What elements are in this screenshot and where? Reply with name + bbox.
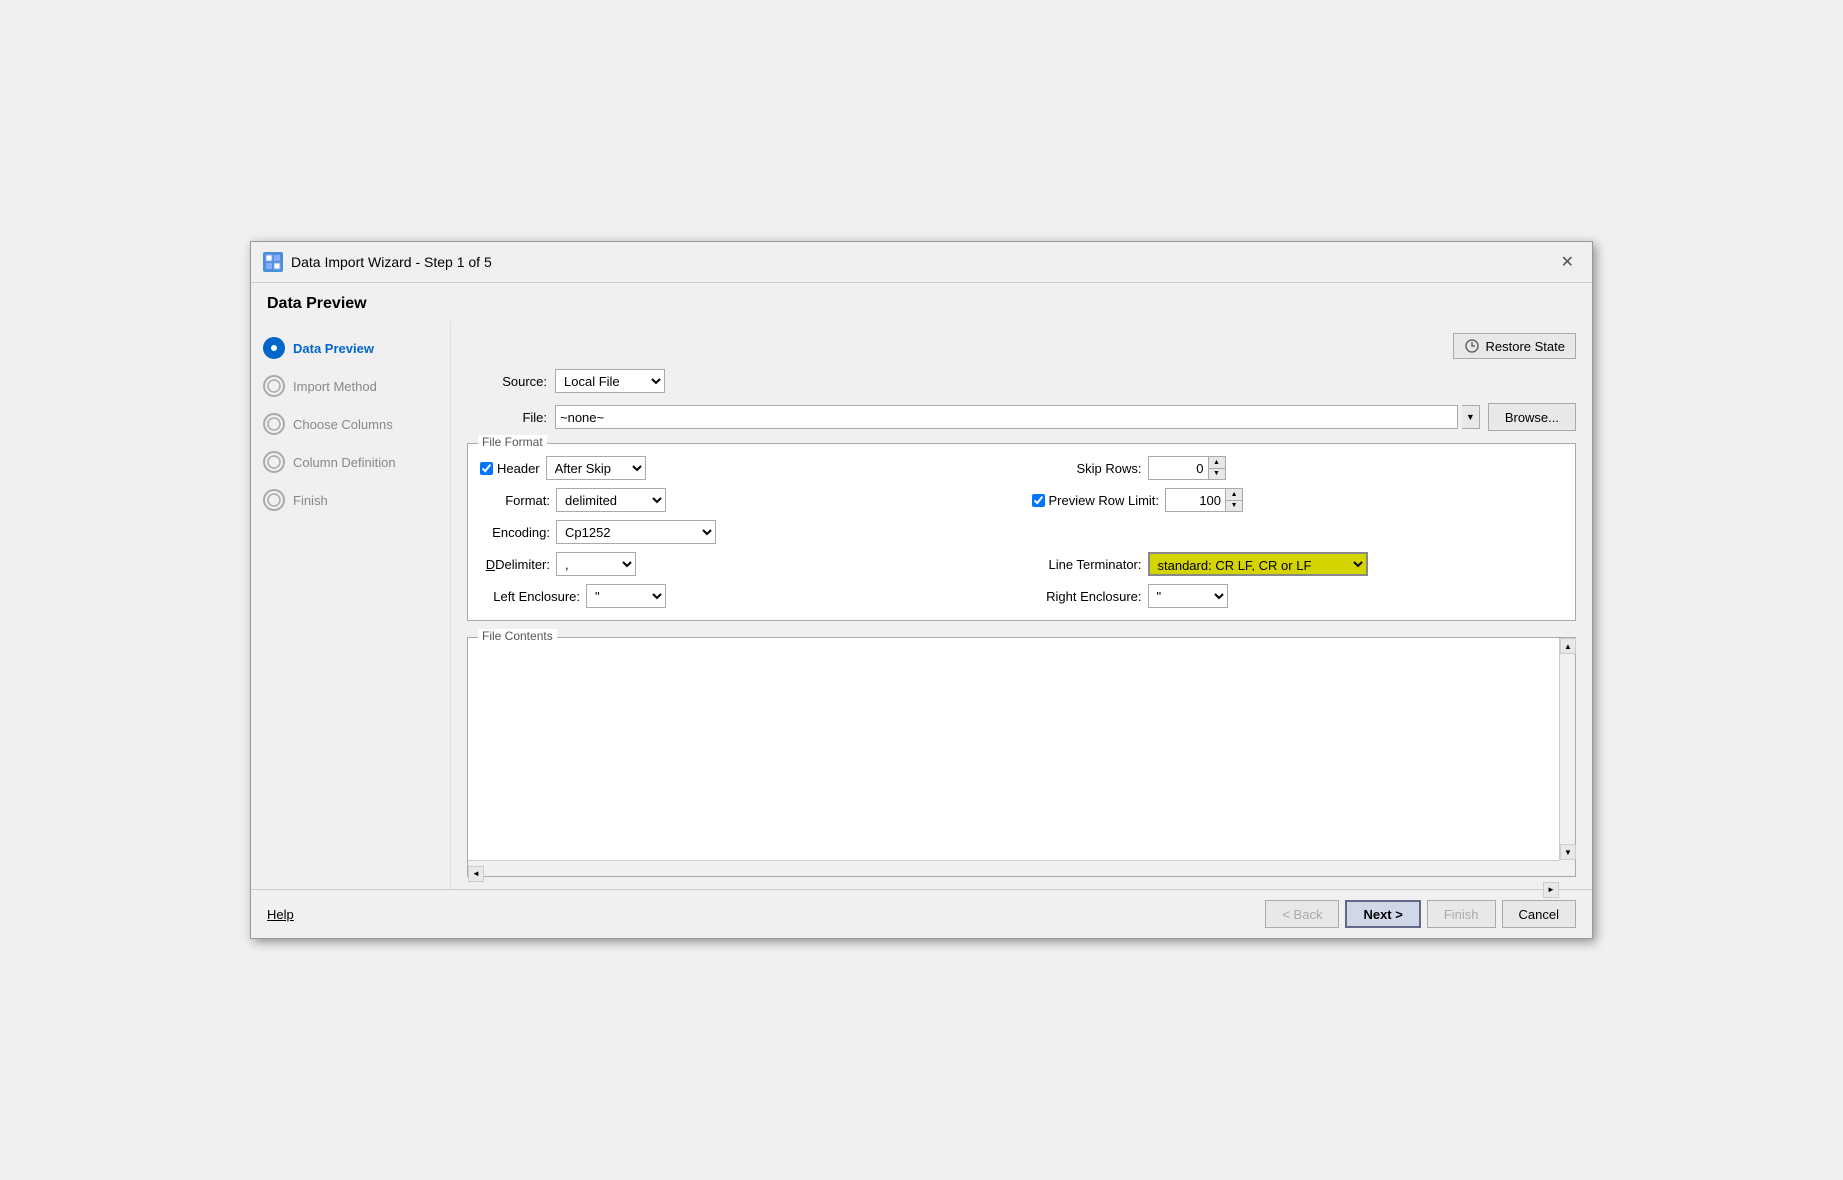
close-button[interactable]: ✕ — [1555, 250, 1580, 274]
page-title: Data Preview — [267, 295, 367, 312]
source-select[interactable]: Local File — [555, 369, 665, 393]
encoding-select[interactable]: Cp1252 — [556, 520, 716, 544]
source-row: Source: Local File — [467, 369, 1576, 393]
right-enclosure-row: Right Enclosure: " — [1032, 584, 1564, 608]
finish-button[interactable]: Finish — [1427, 900, 1496, 928]
format-row: Format: delimited — [480, 488, 1012, 512]
left-enclosure-select[interactable]: " — [586, 584, 666, 608]
sidebar: Data Preview Import Method Choose Column… — [251, 321, 451, 889]
delimiter-select[interactable]: , — [556, 552, 636, 576]
preview-row-limit-checkbox[interactable] — [1032, 494, 1045, 507]
encoding-label: Encoding: — [480, 525, 550, 540]
encoding-right-empty — [1032, 520, 1564, 544]
sidebar-item-data-preview[interactable]: Data Preview — [251, 329, 450, 367]
scroll-up-btn[interactable]: ▲ — [1560, 638, 1576, 654]
delimiter-label: DDelimiter: — [480, 557, 550, 572]
next-button[interactable]: Next > — [1345, 900, 1420, 928]
line-terminator-label: Line Terminator: — [1032, 557, 1142, 572]
content-area: Data Preview Import Method Choose Column… — [251, 321, 1592, 889]
browse-button[interactable]: Browse... — [1488, 403, 1576, 431]
scroll-down-btn[interactable]: ▼ — [1560, 844, 1576, 860]
step-icon-data-preview — [263, 337, 285, 359]
file-format-legend: File Format — [478, 435, 547, 449]
file-format-section: File Format Header After Skip — [467, 443, 1576, 621]
encoding-row: Encoding: Cp1252 — [480, 520, 1012, 544]
skip-rows-down-btn[interactable]: ▼ — [1209, 469, 1225, 480]
bottom-bar: Help < Back Next > Finish Cancel — [251, 889, 1592, 938]
header-row: Restore State — [467, 333, 1576, 359]
window-title: Data Import Wizard - Step 1 of 5 — [291, 254, 492, 270]
main-panel: Restore State Source: Local File File: ▼… — [451, 321, 1592, 889]
left-enclosure-row: Left Enclosure: " — [480, 584, 1012, 608]
bottom-right-buttons: < Back Next > Finish Cancel — [1265, 900, 1576, 928]
skip-rows-row: Skip Rows: ▲ ▼ — [1032, 456, 1564, 480]
sidebar-label-finish: Finish — [293, 493, 328, 508]
header-option-select[interactable]: After Skip — [546, 456, 646, 480]
sidebar-label-import-method: Import Method — [293, 379, 377, 394]
source-label: Source: — [467, 374, 547, 389]
file-text-input[interactable] — [555, 405, 1458, 429]
file-row: File: ▼ Browse... — [467, 403, 1576, 431]
step-icon-finish — [263, 489, 285, 511]
vertical-scrollbar[interactable]: ▲ ▼ — [1559, 638, 1575, 860]
dialog-window: Data Import Wizard - Step 1 of 5 ✕ Data … — [250, 241, 1593, 939]
back-button[interactable]: < Back — [1265, 900, 1339, 928]
skip-rows-up-btn[interactable]: ▲ — [1209, 457, 1225, 469]
preview-row-limit-label[interactable]: Preview Row Limit: — [1032, 493, 1160, 508]
page-header: Data Preview — [251, 283, 1592, 321]
skip-rows-label: Skip Rows: — [1032, 461, 1142, 476]
scroll-right-btn[interactable]: ► — [1543, 882, 1559, 898]
file-dropdown-button[interactable]: ▼ — [1462, 405, 1480, 429]
file-contents-inner[interactable] — [468, 638, 1575, 876]
file-input-container: ▼ — [555, 405, 1480, 429]
skip-rows-input[interactable] — [1148, 456, 1208, 480]
scrollbar-corner — [1559, 860, 1575, 876]
preview-row-limit-down-btn[interactable]: ▼ — [1226, 501, 1242, 512]
scroll-left-btn[interactable]: ◄ — [468, 866, 484, 882]
left-enclosure-label: Left Enclosure: — [480, 589, 580, 604]
sidebar-label-data-preview: Data Preview — [293, 341, 374, 356]
header-checkbox-label[interactable]: Header — [480, 461, 540, 476]
preview-row-limit-spinner-btns: ▲ ▼ — [1225, 488, 1243, 512]
app-icon — [263, 252, 283, 272]
title-bar: Data Import Wizard - Step 1 of 5 ✕ — [251, 242, 1592, 283]
header-label: Header — [497, 461, 540, 476]
help-button[interactable]: Help — [267, 907, 294, 922]
sidebar-label-column-definition: Column Definition — [293, 455, 396, 470]
preview-row-limit-spinner: ▲ ▼ — [1165, 488, 1243, 512]
title-bar-left: Data Import Wizard - Step 1 of 5 — [263, 252, 492, 272]
file-contents-legend: File Contents — [478, 629, 557, 643]
restore-state-icon — [1464, 338, 1480, 354]
file-label: File: — [467, 410, 547, 425]
line-terminator-row: Line Terminator: standard: CR LF, CR or … — [1032, 552, 1564, 576]
sidebar-label-choose-columns: Choose Columns — [293, 417, 393, 432]
cancel-button[interactable]: Cancel — [1502, 900, 1576, 928]
preview-row-limit-input[interactable] — [1165, 488, 1225, 512]
sidebar-item-finish[interactable]: Finish — [251, 481, 450, 519]
sidebar-item-import-method[interactable]: Import Method — [251, 367, 450, 405]
format-grid: Header After Skip Skip Rows: ▲ — [480, 456, 1563, 608]
preview-row-limit-text: Preview Row Limit: — [1049, 493, 1160, 508]
sidebar-item-column-definition[interactable]: Column Definition — [251, 443, 450, 481]
right-enclosure-label: Right Enclosure: — [1032, 589, 1142, 604]
skip-rows-spinner-btns: ▲ ▼ — [1208, 456, 1226, 480]
right-enclosure-select[interactable]: " — [1148, 584, 1228, 608]
horizontal-scrollbar[interactable]: ◄ ► — [468, 860, 1559, 876]
delimiter-row: DDelimiter: , — [480, 552, 1012, 576]
step-icon-import-method — [263, 375, 285, 397]
format-select[interactable]: delimited — [556, 488, 666, 512]
file-contents-section: File Contents ▲ ▼ ◄ ► — [467, 637, 1576, 877]
preview-row-limit-up-btn[interactable]: ▲ — [1226, 489, 1242, 501]
skip-rows-spinner: ▲ ▼ — [1148, 456, 1226, 480]
header-checkbox[interactable] — [480, 462, 493, 475]
header-row-ff: Header After Skip — [480, 456, 1012, 480]
step-icon-choose-columns — [263, 413, 285, 435]
format-label: Format: — [480, 493, 550, 508]
preview-row-limit-row: Preview Row Limit: ▲ ▼ — [1032, 488, 1564, 512]
step-icon-column-definition — [263, 451, 285, 473]
line-terminator-select[interactable]: standard: CR LF, CR or LF — [1148, 552, 1368, 576]
restore-state-button[interactable]: Restore State — [1453, 333, 1577, 359]
sidebar-item-choose-columns[interactable]: Choose Columns — [251, 405, 450, 443]
